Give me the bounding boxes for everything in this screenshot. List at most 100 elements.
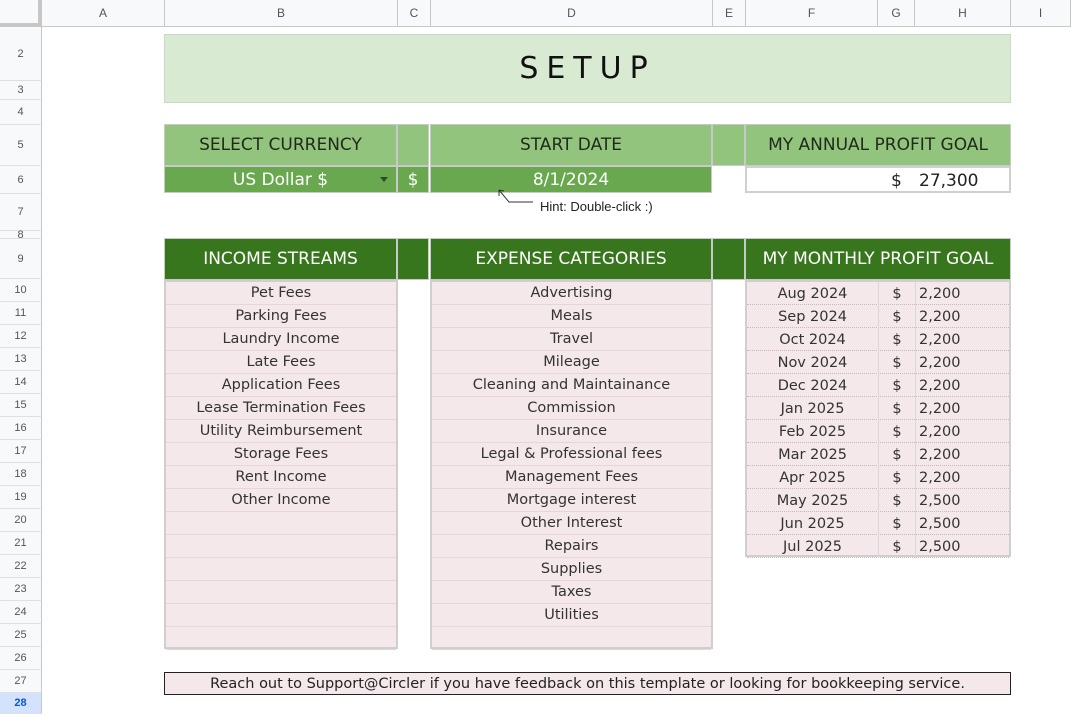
table-row[interactable]: Aug 2024 $2,200 xyxy=(747,282,1009,305)
list-item[interactable]: Supplies xyxy=(432,558,711,581)
table-row[interactable]: Jan 2025 $2,200 xyxy=(747,397,1009,420)
row-header-9[interactable]: 9 xyxy=(0,239,42,279)
list-item[interactable] xyxy=(166,512,396,535)
row-header-17[interactable]: 17 xyxy=(0,440,42,463)
column-header-g[interactable]: G xyxy=(878,0,915,27)
list-item[interactable]: Pet Fees xyxy=(166,282,396,305)
row-header-3[interactable]: 3 xyxy=(0,81,42,100)
list-item[interactable]: Utility Reimbursement xyxy=(166,420,396,443)
row-header-7[interactable]: 7 xyxy=(0,194,42,231)
row-header-23[interactable]: 23 xyxy=(0,578,42,601)
list-item[interactable]: Meals xyxy=(432,305,711,328)
list-item[interactable] xyxy=(166,535,396,558)
support-note[interactable]: Reach out to Support@Circler if you have… xyxy=(164,672,1011,695)
dropdown-arrow-icon[interactable] xyxy=(380,177,388,182)
goal-currency: $ xyxy=(879,374,916,397)
list-item[interactable]: Parking Fees xyxy=(166,305,396,328)
list-item[interactable]: Legal & Professional fees xyxy=(432,443,711,466)
table-row[interactable]: Nov 2024 $2,200 xyxy=(747,351,1009,374)
annual-goal-cell[interactable]: $ 27,300 xyxy=(745,166,1011,193)
table-row[interactable]: Feb 2025 $2,200 xyxy=(747,420,1009,443)
goal-currency: $ xyxy=(879,351,916,374)
currency-symbol-cell[interactable]: $ xyxy=(397,166,429,193)
currency-select[interactable]: US Dollar $ xyxy=(164,166,397,193)
row-header-12[interactable]: 12 xyxy=(0,325,42,348)
start-date-cell[interactable]: 8/1/2024 xyxy=(430,166,712,193)
table-row[interactable]: Dec 2024 $2,200 xyxy=(747,374,1009,397)
table-row[interactable]: Apr 2025 $2,200 xyxy=(747,466,1009,489)
goal-amount: 2,200 xyxy=(919,423,961,440)
column-header-f[interactable]: F xyxy=(746,0,878,27)
goal-month: Oct 2024 xyxy=(747,328,879,351)
list-item[interactable] xyxy=(166,604,396,627)
list-item[interactable] xyxy=(166,558,396,581)
column-header-b[interactable]: B xyxy=(165,0,398,27)
title-banner[interactable]: SETUP xyxy=(164,34,1011,103)
table-row[interactable]: Sep 2024 $2,200 xyxy=(747,305,1009,328)
goal-month: Apr 2025 xyxy=(747,466,879,489)
goal-month: Feb 2025 xyxy=(747,420,879,443)
select-all-corner[interactable] xyxy=(0,0,42,27)
row-header-26[interactable]: 26 xyxy=(0,647,42,670)
goal-month: Jul 2025 xyxy=(747,535,879,558)
list-item[interactable]: Storage Fees xyxy=(166,443,396,466)
row-header-10[interactable]: 10 xyxy=(0,279,42,302)
list-item[interactable]: Cleaning and Maintainance xyxy=(432,374,711,397)
goal-month: Sep 2024 xyxy=(747,305,879,328)
list-item[interactable] xyxy=(166,627,396,650)
row-header-13[interactable]: 13 xyxy=(0,348,42,371)
list-item[interactable]: Utilities xyxy=(432,604,711,627)
table-row[interactable]: Oct 2024 $2,200 xyxy=(747,328,1009,351)
column-header-h[interactable]: H xyxy=(915,0,1011,27)
list-item[interactable]: Commission xyxy=(432,397,711,420)
list-item[interactable]: Mileage xyxy=(432,351,711,374)
column-header-i[interactable]: I xyxy=(1011,0,1071,27)
table-row[interactable]: Jul 2025 $2,500 xyxy=(747,535,1009,558)
list-item[interactable]: Mortgage interest xyxy=(432,489,711,512)
annual-goal-symbol: $ xyxy=(891,171,902,191)
list-item[interactable]: Application Fees xyxy=(166,374,396,397)
row-header-22[interactable]: 22 xyxy=(0,555,42,578)
column-header-a[interactable]: A xyxy=(42,0,165,27)
list-item[interactable]: Insurance xyxy=(432,420,711,443)
start-date-spacer xyxy=(712,124,745,166)
monthly-goal-table: Aug 2024 $2,200 Sep 2024 $2,200 Oct 2024 $2,2… xyxy=(745,280,1011,558)
row-header-28[interactable]: 28 xyxy=(0,693,42,714)
list-item[interactable]: Rent Income xyxy=(166,466,396,489)
list-item[interactable]: Other Income xyxy=(166,489,396,512)
column-header-e[interactable]: E xyxy=(713,0,746,27)
list-item[interactable]: Advertising xyxy=(432,282,711,305)
row-header-5[interactable]: 5 xyxy=(0,125,42,166)
row-header-18[interactable]: 18 xyxy=(0,463,42,486)
table-row[interactable]: May 2025 $2,500 xyxy=(747,489,1009,512)
list-item[interactable]: Late Fees xyxy=(166,351,396,374)
row-header-11[interactable]: 11 xyxy=(0,302,42,325)
list-item[interactable]: Other Interest xyxy=(432,512,711,535)
list-item[interactable]: Management Fees xyxy=(432,466,711,489)
table-row[interactable]: Jun 2025 $2,500 xyxy=(747,512,1009,535)
row-header-27[interactable]: 27 xyxy=(0,670,42,693)
row-header-21[interactable]: 21 xyxy=(0,532,42,555)
table-row[interactable]: Mar 2025 $2,200 xyxy=(747,443,1009,466)
row-header-20[interactable]: 20 xyxy=(0,509,42,532)
list-item[interactable]: Repairs xyxy=(432,535,711,558)
list-item[interactable]: Travel xyxy=(432,328,711,351)
list-item[interactable]: Taxes xyxy=(432,581,711,604)
row-header-4[interactable]: 4 xyxy=(0,100,42,125)
column-header-d[interactable]: D xyxy=(431,0,713,27)
row-header-6[interactable]: 6 xyxy=(0,166,42,194)
row-header-19[interactable]: 19 xyxy=(0,486,42,509)
list-item[interactable] xyxy=(432,627,711,650)
row-header-25[interactable]: 25 xyxy=(0,624,42,647)
list-item[interactable]: Laundry Income xyxy=(166,328,396,351)
row-header-16[interactable]: 16 xyxy=(0,417,42,440)
goal-currency: $ xyxy=(879,443,916,466)
row-header-8[interactable]: 8 xyxy=(0,229,42,241)
list-item[interactable]: Lease Termination Fees xyxy=(166,397,396,420)
row-header-2[interactable]: 2 xyxy=(0,27,42,81)
row-header-24[interactable]: 24 xyxy=(0,601,42,624)
list-item[interactable] xyxy=(166,581,396,604)
row-header-15[interactable]: 15 xyxy=(0,394,42,417)
row-header-14[interactable]: 14 xyxy=(0,371,42,394)
column-header-c[interactable]: C xyxy=(398,0,431,27)
